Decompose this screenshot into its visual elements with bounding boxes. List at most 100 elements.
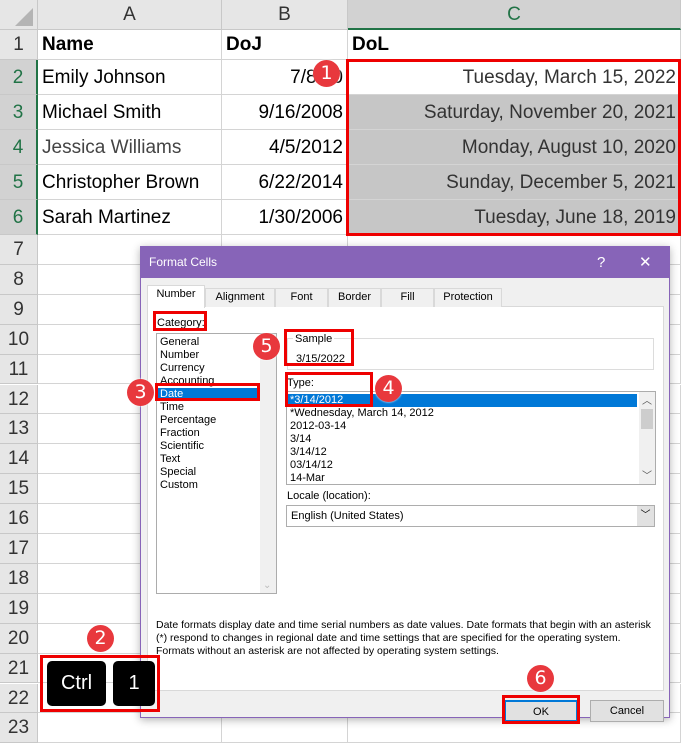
row-header[interactable]: 14 (0, 444, 38, 475)
category-item[interactable]: Special (157, 466, 260, 479)
category-item[interactable]: General (157, 336, 260, 349)
locale-value: English (United States) (291, 510, 404, 522)
ctrl-key: Ctrl (47, 661, 106, 706)
type-item[interactable]: 14-Mar (287, 472, 637, 485)
scroll-down-icon[interactable]: ﹀ (642, 467, 652, 482)
cell[interactable]: DoL (348, 30, 681, 60)
dialog-title: Format Cells (149, 255, 218, 269)
row-header[interactable]: 15 (0, 474, 38, 505)
tab-border[interactable]: Border (328, 288, 381, 307)
type-item[interactable]: *Wednesday, March 14, 2012 (287, 407, 637, 420)
category-item[interactable]: Fraction (157, 427, 260, 440)
cell[interactable]: 4/5/2012 (222, 130, 348, 165)
category-item[interactable]: Date (157, 388, 260, 401)
row-header[interactable]: 3 (0, 95, 38, 130)
tab-alignment[interactable]: Alignment (205, 288, 275, 307)
column-header-c[interactable]: C (348, 0, 681, 30)
column-header-b[interactable]: B (222, 0, 348, 30)
cell[interactable]: Tuesday, June 18, 2019 (348, 200, 681, 235)
type-item[interactable]: 3/14/12 (287, 446, 637, 459)
cell[interactable]: Saturday, November 20, 2021 (348, 95, 681, 130)
type-label: Type: (287, 377, 314, 389)
callout-1: 1 (313, 60, 340, 87)
cell[interactable]: Michael Smith (38, 95, 222, 130)
category-list[interactable]: ⌄ General Number Currency Accounting Date Tim… (156, 333, 277, 594)
cell[interactable]: Christopher Brown (38, 165, 222, 200)
cell[interactable]: Jessica Williams (38, 130, 222, 165)
sample-value: 3/15/2022 (296, 353, 345, 365)
row-header[interactable]: 6 (0, 200, 38, 235)
row-header[interactable]: 7 (0, 235, 38, 265)
scroll-thumb[interactable] (641, 409, 653, 429)
tab-font[interactable]: Font (275, 288, 328, 307)
type-list[interactable]: ︿ ﹀ *3/14/2012 *Wednesday, March 14, 2012… (286, 391, 656, 485)
cell[interactable]: Sarah Martinez (38, 200, 222, 235)
sample-box: Sample 3/15/2022 (287, 333, 654, 370)
scroll-down-icon[interactable]: ⌄ (263, 580, 271, 591)
ok-button[interactable]: OK (504, 700, 578, 722)
cell[interactable]: Tuesday, March 15, 2022 (348, 60, 681, 95)
row-header[interactable]: 23 (0, 713, 38, 743)
category-scrollbar[interactable]: ⌄ (260, 334, 276, 593)
cell[interactable]: Monday, August 10, 2020 (348, 130, 681, 165)
row-header[interactable]: 16 (0, 504, 38, 534)
row-header[interactable]: 19 (0, 593, 38, 624)
chevron-down-icon[interactable]: ﹀ (637, 506, 654, 526)
row-header[interactable]: 9 (0, 294, 38, 325)
row-header[interactable]: 22 (0, 683, 38, 714)
callout-2: 2 (87, 625, 114, 652)
callout-6: 6 (527, 665, 554, 692)
dialog-titlebar: Format Cells ? ✕ (141, 247, 669, 278)
row-header[interactable]: 2 (0, 60, 38, 95)
cancel-button[interactable]: Cancel (590, 700, 664, 722)
format-description: Date formats display date and time seria… (156, 619, 651, 657)
row-header[interactable]: 5 (0, 165, 38, 200)
category-item[interactable]: Time (157, 401, 260, 414)
row-header[interactable]: 17 (0, 534, 38, 564)
sample-label: Sample (293, 333, 335, 345)
tab-number[interactable]: Number (147, 285, 205, 308)
help-icon[interactable]: ? (597, 247, 605, 278)
row-header[interactable]: 8 (0, 264, 38, 295)
row-header[interactable]: 1 (0, 30, 38, 60)
scroll-up-icon[interactable]: ︿ (639, 392, 655, 407)
type-scrollbar[interactable]: ︿ ﹀ (639, 392, 655, 484)
row-header[interactable]: 18 (0, 563, 38, 594)
row-header[interactable]: 10 (0, 324, 38, 355)
locale-select[interactable]: English (United States) ﹀ (286, 505, 655, 527)
cell[interactable]: Emily Johnson (38, 60, 222, 95)
category-item[interactable]: Percentage (157, 414, 260, 427)
callout-5: 5 (253, 333, 280, 360)
cell[interactable]: DoJ (222, 30, 348, 60)
row-header[interactable]: 13 (0, 414, 38, 445)
row-header[interactable]: 20 (0, 623, 38, 654)
category-item[interactable]: Custom (157, 479, 260, 492)
row-header[interactable]: 4 (0, 130, 38, 165)
type-item[interactable]: *3/14/2012 (287, 394, 637, 407)
category-item[interactable]: Accounting (157, 375, 260, 388)
category-item[interactable]: Number (157, 349, 260, 362)
cell[interactable]: Name (38, 30, 222, 60)
cell[interactable]: Sunday, December 5, 2021 (348, 165, 681, 200)
cell[interactable]: 1/30/2006 (222, 200, 348, 235)
row-header[interactable]: 12 (0, 384, 38, 415)
category-item[interactable]: Text (157, 453, 260, 466)
category-item[interactable]: Currency (157, 362, 260, 375)
category-label: Category: (157, 317, 205, 329)
row-header[interactable]: 21 (0, 653, 38, 684)
format-cells-dialog: Format Cells ? ✕ Number Alignment Font B… (140, 246, 670, 722)
select-all-corner[interactable] (0, 0, 38, 30)
type-item[interactable]: 03/14/12 (287, 459, 637, 472)
tab-protection[interactable]: Protection (434, 288, 502, 307)
callout-4: 4 (375, 375, 402, 402)
close-icon[interactable]: ✕ (639, 247, 652, 278)
column-header-a[interactable]: A (38, 0, 222, 30)
cell[interactable]: 9/16/2008 (222, 95, 348, 130)
row-header[interactable]: 11 (0, 354, 38, 385)
category-item[interactable]: Scientific (157, 440, 260, 453)
locale-label: Locale (location): (287, 490, 371, 502)
type-item[interactable]: 3/14 (287, 433, 637, 446)
type-item[interactable]: 2012-03-14 (287, 420, 637, 433)
cell[interactable]: 6/22/2014 (222, 165, 348, 200)
tab-fill[interactable]: Fill (381, 288, 434, 307)
